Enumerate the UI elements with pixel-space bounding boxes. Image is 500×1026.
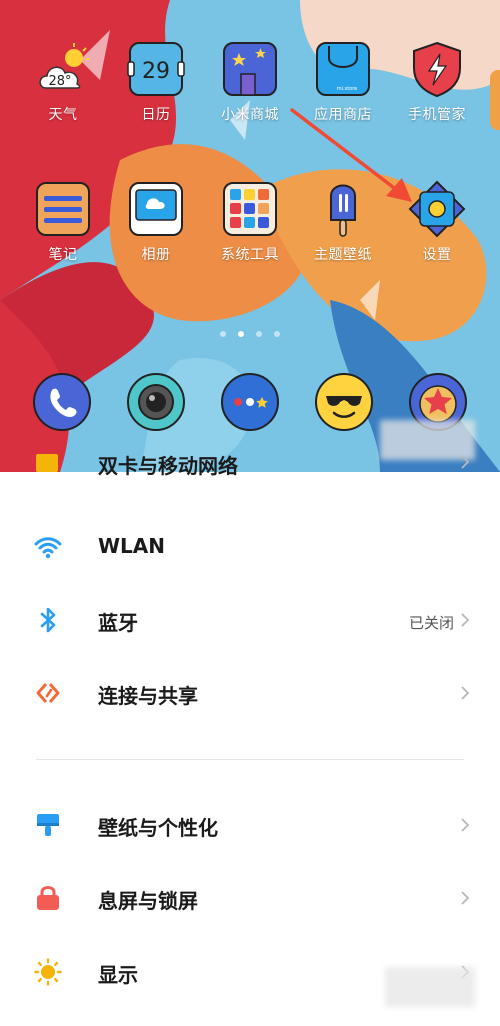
home-screen: 28° 天气 29 日历 小米商城 mi.store 应用商店 手机管家 笔记 …: [0, 0, 500, 472]
section-divider: [36, 759, 464, 760]
lock-icon: [37, 886, 59, 910]
chevron-right-icon: [461, 613, 470, 627]
app-label: 天气: [48, 107, 78, 123]
settings-item-lock-screen[interactable]: 息屏与锁屏: [0, 868, 500, 928]
settings-item-label: 显示: [98, 963, 138, 987]
gallery-icon: [129, 182, 183, 236]
wifi-icon: [34, 537, 62, 559]
settings-icon: [408, 180, 466, 238]
chevron-right-icon: [461, 686, 470, 700]
store-logo-text: mi.store: [337, 86, 358, 92]
settings-list: 双卡与移动网络 WLAN 蓝牙 已关闭 连接与共享 壁纸与个性化 息屏与锁屏 显…: [0, 454, 500, 1026]
paintbrush-icon: [37, 814, 59, 836]
popsicle-icon: [330, 184, 356, 237]
bluetooth-icon: [40, 607, 56, 633]
app-label: 主题壁纸: [314, 247, 372, 263]
messages-icon[interactable]: [220, 372, 280, 432]
chevron-right-icon: [461, 455, 470, 469]
settings-item-label: 连接与共享: [98, 684, 198, 708]
app-store-icon: mi.store: [316, 42, 370, 96]
phone-icon[interactable]: [32, 372, 92, 432]
settings-item-label: 蓝牙: [98, 611, 138, 635]
chevron-right-icon: [461, 818, 470, 832]
weather-icon: 28°: [39, 43, 90, 89]
app-label: 设置: [422, 247, 452, 263]
calendar-day: 29: [142, 59, 170, 84]
notes-icon: [36, 182, 90, 236]
settings-item-wlan[interactable]: WLAN: [0, 517, 500, 577]
settings-item-dual-sim[interactable]: 双卡与移动网络: [0, 452, 500, 484]
app-label: 小米商城: [221, 107, 279, 123]
app-label: 笔记: [48, 247, 78, 263]
page-dot-active[interactable]: [238, 331, 244, 337]
settings-item-label: 壁纸与个性化: [98, 816, 218, 840]
app-partial-edge: [490, 70, 500, 130]
page-dot[interactable]: [256, 331, 262, 337]
app-label: 应用商店: [314, 107, 372, 123]
app-label: 手机管家: [408, 107, 466, 123]
calendar-icon: 29: [127, 42, 185, 96]
chevron-right-icon: [461, 891, 470, 905]
camera-icon[interactable]: [126, 372, 186, 432]
page-dot[interactable]: [220, 331, 226, 337]
settings-item-label: WLAN: [98, 534, 166, 558]
sim-card-icon: [36, 454, 58, 472]
app-label: 日历: [141, 107, 171, 123]
bluetooth-status: 已关闭: [408, 614, 454, 632]
settings-item-bluetooth[interactable]: 蓝牙 已关闭: [0, 590, 500, 650]
share-icon: [36, 683, 60, 703]
settings-item-label: 双卡与移动网络: [98, 454, 238, 478]
settings-item-connection-sharing[interactable]: 连接与共享: [0, 663, 500, 723]
watermark-blur: [385, 967, 475, 1007]
weather-temp: 28°: [48, 74, 71, 89]
emoji-icon[interactable]: [314, 372, 374, 432]
folder-icon: [223, 182, 277, 236]
page-indicator: [0, 322, 500, 341]
app-label: 相册: [141, 247, 171, 263]
mi-store-icon: [223, 42, 277, 96]
sun-icon: [34, 958, 62, 986]
app-label: 系统工具: [221, 247, 279, 263]
settings-item-wallpaper[interactable]: 壁纸与个性化: [0, 795, 500, 855]
shield-icon: [413, 41, 461, 98]
page-dot[interactable]: [274, 331, 280, 337]
settings-item-label: 息屏与锁屏: [98, 889, 198, 913]
